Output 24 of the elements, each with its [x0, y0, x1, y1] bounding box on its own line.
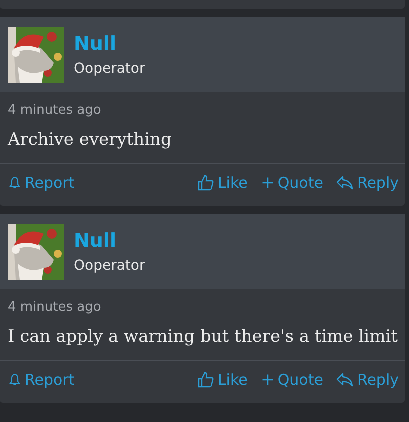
- report-button[interactable]: Report: [8, 367, 75, 393]
- post-content: I can apply a warning but there's a time limit: [8, 327, 397, 347]
- user-title: Ooperator: [74, 258, 146, 274]
- plus-icon: [260, 176, 275, 190]
- post-content: Archive everything: [8, 130, 173, 150]
- like-button[interactable]: Like: [196, 367, 248, 393]
- bell-icon: [8, 176, 22, 190]
- thumbs-up-icon: [196, 174, 215, 192]
- quote-button[interactable]: Quote: [260, 367, 324, 393]
- plus-icon: [260, 373, 275, 387]
- bell-icon: [8, 373, 22, 387]
- reply-arrow-icon: [336, 371, 354, 389]
- like-button[interactable]: Like: [196, 170, 248, 196]
- author-name[interactable]: Null: [74, 230, 146, 252]
- author-name[interactable]: Null: [74, 32, 146, 54]
- user-title: Ooperator: [74, 60, 146, 76]
- thumbs-up-icon: [196, 371, 215, 389]
- post-timestamp[interactable]: 4 minutes ago: [8, 103, 397, 118]
- quote-button[interactable]: Quote: [260, 170, 324, 196]
- reply-button[interactable]: Reply: [336, 367, 399, 393]
- report-button[interactable]: Report: [8, 170, 75, 196]
- reply-arrow-icon: [336, 174, 354, 192]
- post-timestamp[interactable]: 4 minutes ago: [8, 300, 397, 315]
- reply-button[interactable]: Reply: [336, 170, 399, 196]
